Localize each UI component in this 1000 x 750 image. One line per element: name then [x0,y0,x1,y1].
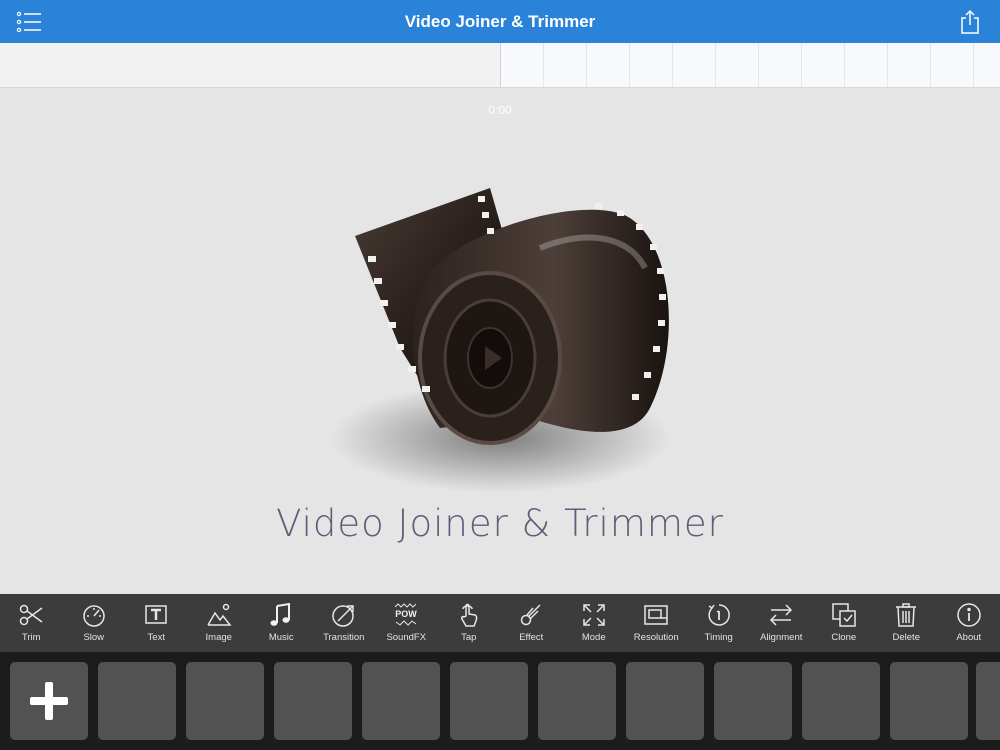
text-button[interactable]: Text [125,594,188,652]
playhead[interactable] [500,43,501,87]
resolution-label: Resolution [633,632,679,643]
expand-arrows-icon [583,604,605,626]
about-button[interactable]: About [938,594,1000,652]
edit-toolbar: Trim Slow Text Image Music Transition PO… [0,594,1000,652]
alignment-label: Alignment [760,632,803,643]
clip-slot[interactable] [274,662,352,740]
text-label: Text [147,632,165,643]
ruler-tick [844,43,845,87]
clip-slot[interactable] [98,662,176,740]
tap-label: Tap [461,632,477,643]
effect-label: Effect [519,632,544,643]
transition-button[interactable]: Transition [313,594,376,652]
soundfx-label: SoundFX [386,632,427,643]
ruler-tick [887,43,888,87]
image-label: Image [205,632,232,643]
ruler-tick [586,43,587,87]
about-label: About [956,632,982,643]
ruler-tick [715,43,716,87]
slow-button[interactable]: Slow [63,594,126,652]
timing-label: Timing [704,632,733,643]
clone-button[interactable]: Clone [813,594,876,652]
clip-slot[interactable] [976,662,1000,740]
resolution-button[interactable]: Resolution [625,594,688,652]
clip-slot[interactable] [714,662,792,740]
ruler-tick [801,43,802,87]
clip-slot[interactable] [802,662,880,740]
tap-hand-icon [460,603,478,627]
clone-label: Clone [831,632,857,643]
text-box-icon [145,605,167,624]
film-reel-illustration [330,188,670,493]
share-icon [961,9,979,34]
clip-slot[interactable] [362,662,440,740]
timing-button[interactable]: Timing [688,594,751,652]
music-label: Music [268,632,294,643]
delete-button[interactable]: Delete [875,594,938,652]
trim-button[interactable]: Trim [0,594,63,652]
video-preview[interactable]: 0:00 Video Joiner & Trimmer [0,88,1000,594]
clip-slot[interactable] [538,662,616,740]
ruler-tick [930,43,931,87]
image-mountains-icon [207,603,232,626]
trash-icon [896,603,917,627]
trim-label: Trim [21,632,41,643]
effect-button[interactable]: Effect [500,594,563,652]
timer-icon [708,604,730,626]
info-icon [957,603,981,627]
slow-label: Slow [83,632,105,643]
soundfx-icon: POW [394,603,418,626]
swap-arrows-icon [770,604,793,626]
mode-button[interactable]: Mode [563,594,626,652]
clip-tray [0,652,1000,750]
image-button[interactable]: Image [188,594,251,652]
app-title: Video Joiner & Trimmer [404,12,596,31]
mode-label: Mode [581,632,606,643]
music-note-icon [270,602,291,626]
music-button[interactable]: Music [250,594,313,652]
delete-label: Delete [892,632,920,643]
ruler-tick [758,43,759,87]
transition-icon [332,605,354,627]
soundfx-button[interactable]: POW SoundFX [375,594,438,652]
resolution-icon [644,605,668,625]
alignment-button[interactable]: Alignment [750,594,813,652]
timeline-ruler[interactable] [0,43,1000,88]
nav-bar: Video Joiner & Trimmer [0,0,1000,43]
add-clip-button[interactable] [10,662,88,740]
transition-label: Transition [323,632,365,643]
time-readout: 0:00 [488,103,512,117]
plus-icon [30,682,68,720]
share-button[interactable] [948,0,992,43]
timeline-track [500,43,1000,87]
speedometer-icon [83,605,105,627]
scissors-icon [20,604,43,626]
soundfx-glyph: POW [396,609,418,619]
clip-slot[interactable] [450,662,528,740]
clip-slot[interactable] [186,662,264,740]
effect-comet-icon [521,604,541,626]
preview-title: Video Joiner & Trimmer [276,502,724,545]
clip-slot[interactable] [890,662,968,740]
ruler-tick [672,43,673,87]
ruler-tick [543,43,544,87]
ruler-tick [629,43,630,87]
clone-icon [832,603,856,627]
clip-slot[interactable] [626,662,704,740]
ruler-tick [973,43,974,87]
tap-button[interactable]: Tap [438,594,501,652]
